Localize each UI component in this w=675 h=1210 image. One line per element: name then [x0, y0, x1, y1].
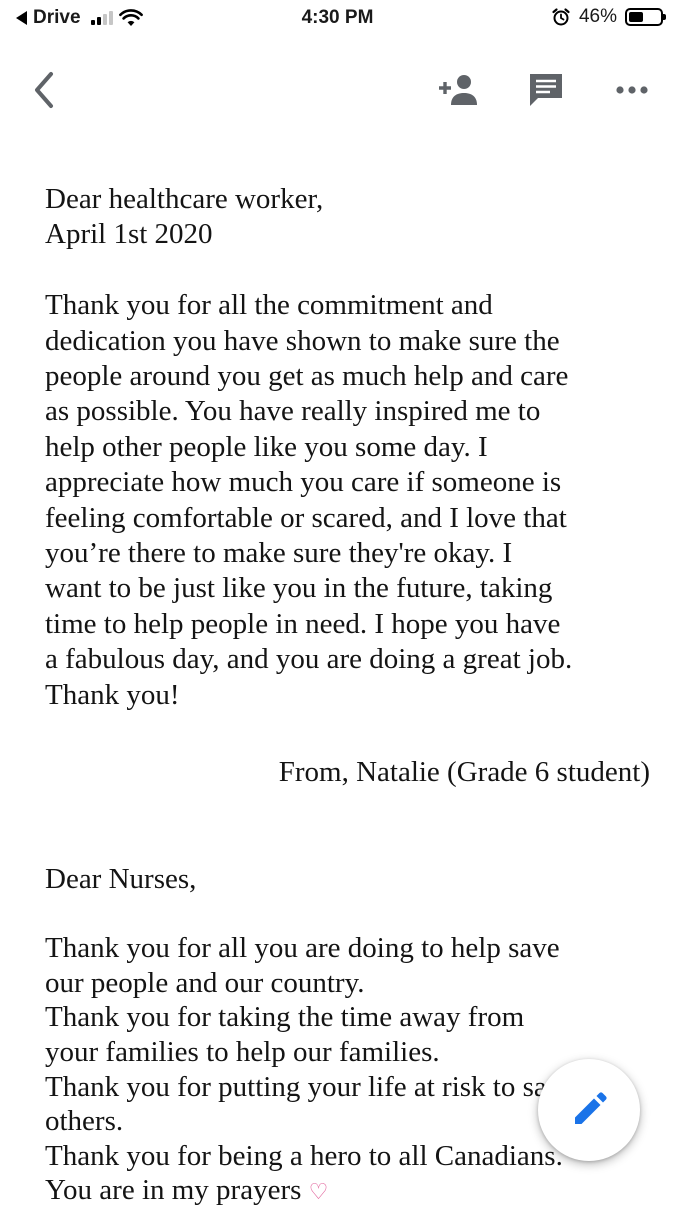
battery-fill: [629, 12, 643, 22]
status-right: 46%: [551, 6, 666, 28]
letter-1-salutation: Dear healthcare worker,: [45, 183, 324, 215]
letter-2-line: Thank you for taking the time away from: [45, 1001, 525, 1034]
pencil-edit-icon: [575, 1092, 607, 1124]
letter-1-line: as possible. You have really inspired me…: [45, 395, 541, 428]
letter-2-line: You are in my prayers: [45, 1174, 302, 1207]
comments-button[interactable]: [520, 64, 572, 116]
heart-icon: ♡: [308, 1179, 329, 1205]
doc-toolbar: [0, 54, 675, 126]
letter-1-line: feeling comfortable or scared, and I lov…: [45, 501, 567, 534]
letter-1-line: appreciate how much you care if someone …: [45, 466, 562, 499]
add-person-icon: [439, 75, 477, 105]
letter-1-date: April 1st 2020: [45, 218, 213, 251]
letter-1-line: you’re there to make sure they're okay. …: [45, 537, 513, 570]
letter-2-salutation: Dear Nurses,: [45, 863, 197, 895]
letter-1-line: people around you get as much help and c…: [45, 360, 569, 393]
comment-icon: [530, 74, 562, 106]
letter-1-line: help other people like you some day. I: [45, 430, 488, 463]
letter-2-line: Thank you for all you are doing to help …: [45, 932, 560, 965]
letter-1-line: a fabulous day, and you are doing a grea…: [45, 643, 573, 676]
letter-2-line: our people and our country.: [45, 966, 365, 999]
letter-2-last-line: You are in my prayers ♡: [45, 1173, 655, 1210]
letter-1: Dear healthcare worker, April 1st 2020 T…: [45, 182, 655, 713]
back-chevron-icon: [35, 72, 53, 108]
letter-1-line: dedication you have shown to make sure t…: [45, 324, 560, 357]
letter-2: Dear Nurses, Thank you for all you are d…: [45, 862, 655, 1210]
edit-fab-button[interactable]: [538, 1059, 640, 1161]
battery-percent: 46%: [578, 6, 617, 27]
letter-1-signature: From, Natalie (Grade 6 student): [278, 756, 650, 788]
more-options-button[interactable]: [606, 64, 658, 116]
letter-1-line: Thank you!: [45, 678, 180, 711]
back-button[interactable]: [18, 64, 70, 116]
letter-1-line: Thank you for all the commitment and: [45, 289, 493, 322]
alarm-clock-icon: [552, 8, 570, 26]
letter-1-line: want to be just like you in the future, …: [45, 572, 553, 605]
battery-icon: [625, 8, 666, 26]
share-add-person-button[interactable]: [433, 64, 485, 116]
more-dots-icon: [616, 86, 648, 94]
status-bar: Drive 4:30 PM 46%: [0, 0, 675, 38]
letter-1-line: time to help people in need. I hope you …: [45, 607, 561, 640]
